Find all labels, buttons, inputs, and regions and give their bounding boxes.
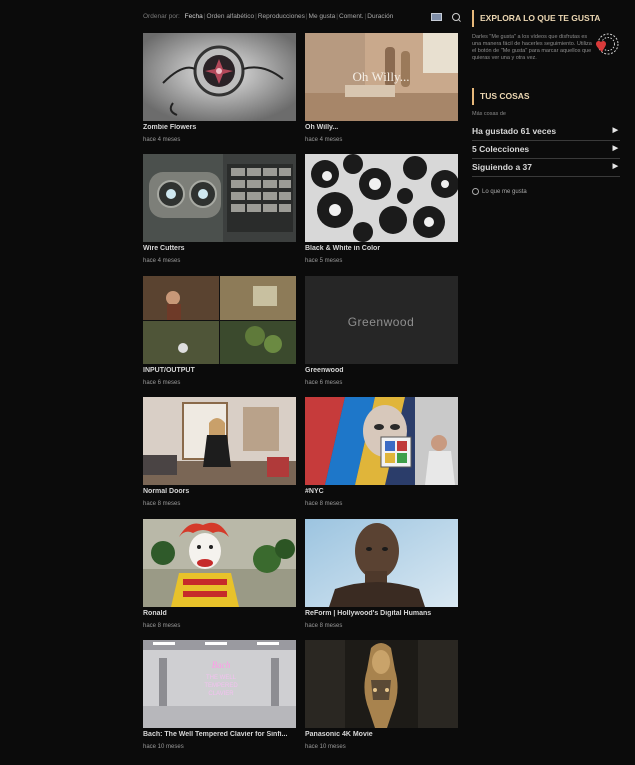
sidebar: EXPLORA LO QUE TE GUSTA Darles "Me gusta… <box>472 10 622 195</box>
play-arrow-icon: ▶ <box>612 145 618 152</box>
heart-logo-icon <box>594 32 620 62</box>
video-card[interactable]: Ronald hace 8 meses <box>143 519 296 635</box>
video-age: hace 8 meses <box>143 501 181 507</box>
my-likes-link[interactable]: Lo que me gusta <box>472 188 527 195</box>
explore-title: EXPLORA LO QUE TE GUSTA <box>472 10 622 27</box>
sort-option-comments[interactable]: Coment. <box>339 13 364 20</box>
thumb-title-text: Greenwood <box>348 315 415 329</box>
video-age: hace 4 meses <box>143 137 181 143</box>
video-title[interactable]: Bach: The Well Tempered Clavier for Sinf… <box>143 731 296 738</box>
video-age: hace 4 meses <box>143 258 181 264</box>
following-row[interactable]: Siguiendo a 37 ▶ <box>472 158 620 177</box>
sort-option-likes[interactable]: Me gusta <box>309 13 336 20</box>
my-likes-label[interactable]: Lo que me gusta <box>482 189 527 195</box>
your-stuff-label: Más cosas de <box>472 111 506 117</box>
thumb-neon-text: THE WELL <box>206 675 237 681</box>
sort-option-duration[interactable]: Duración <box>367 13 393 20</box>
play-arrow-icon: ▶ <box>612 163 618 170</box>
video-thumbnail[interactable]: Oh Willy... <box>305 33 458 121</box>
video-card[interactable]: Wire Cutters hace 4 meses <box>143 154 296 270</box>
play-arrow-icon: ▶ <box>612 127 618 134</box>
sort-bar: Ordenar por: Fecha|Orden alfabético|Repr… <box>143 13 394 20</box>
thumb-neon-text: TEMPERED <box>204 683 238 689</box>
video-thumbnail[interactable] <box>143 519 296 607</box>
video-age: hace 8 meses <box>305 623 343 629</box>
video-title[interactable]: Panasonic 4K Movie <box>305 731 458 738</box>
video-title[interactable]: Normal Doors <box>143 488 296 495</box>
collections-label[interactable]: 5 Colecciones <box>472 144 529 154</box>
thumb-neon-text: Bach <box>212 660 231 670</box>
video-age: hace 8 meses <box>143 623 181 629</box>
video-thumbnail[interactable] <box>143 397 296 485</box>
video-thumbnail[interactable] <box>305 397 458 485</box>
video-age: hace 4 meses <box>305 137 343 143</box>
video-thumbnail[interactable]: Bach THE WELL TEMPERED CLAVIER <box>143 640 296 728</box>
video-title[interactable]: Oh Willy... <box>305 124 458 131</box>
video-title[interactable]: Greenwood <box>305 367 458 374</box>
video-thumbnail[interactable] <box>305 154 458 242</box>
likes-row[interactable]: Ha gustado 61 veces ▶ <box>472 122 620 141</box>
video-card[interactable]: Black & White in Color hace 5 meses <box>305 154 458 270</box>
video-thumbnail[interactable] <box>143 276 296 364</box>
thumb-neon-text: CLAVIER <box>208 691 234 697</box>
likes-count-label[interactable]: Ha gustado 61 veces <box>472 126 556 136</box>
video-title[interactable]: Ronald <box>143 610 296 617</box>
video-thumbnail[interactable] <box>143 154 296 242</box>
video-age: hace 6 meses <box>143 380 181 386</box>
video-age: hace 10 meses <box>143 744 184 750</box>
following-label[interactable]: Siguiendo a 37 <box>472 162 532 172</box>
your-stuff-title: TUS COSAS <box>472 88 628 105</box>
thumb-title-text: Oh Willy... <box>353 69 410 84</box>
video-card[interactable]: Oh Willy... Oh Willy... hace 4 meses <box>305 33 458 149</box>
sort-option-date[interactable]: Fecha <box>185 13 203 20</box>
video-title[interactable]: Zombie Flowers <box>143 124 296 131</box>
sort-option-alpha[interactable]: Orden alfabético <box>206 13 254 20</box>
sort-option-plays[interactable]: Reproducciones <box>258 13 305 20</box>
grid-view-icon[interactable] <box>431 13 442 21</box>
video-card[interactable]: Panasonic 4K Movie hace 10 meses <box>305 640 458 756</box>
sort-label: Ordenar por: <box>143 13 180 20</box>
video-thumbnail[interactable] <box>305 519 458 607</box>
video-card[interactable]: ReForm | Hollywood's Digital Humans hace… <box>305 519 458 635</box>
search-icon[interactable] <box>452 13 460 21</box>
video-title[interactable]: ReForm | Hollywood's Digital Humans <box>305 610 458 617</box>
rss-icon <box>472 188 479 195</box>
video-thumbnail[interactable] <box>305 640 458 728</box>
video-title[interactable]: Wire Cutters <box>143 245 296 252</box>
video-card[interactable]: #NYC hace 8 meses <box>305 397 458 513</box>
video-thumbnail[interactable] <box>143 33 296 121</box>
video-age: hace 5 meses <box>305 258 343 264</box>
video-card[interactable]: Bach THE WELL TEMPERED CLAVIER Bach: The… <box>143 640 296 756</box>
video-title[interactable]: Black & White in Color <box>305 245 458 252</box>
video-thumbnail[interactable]: Greenwood <box>305 276 458 364</box>
video-age: hace 8 meses <box>305 501 343 507</box>
video-card[interactable]: Normal Doors hace 8 meses <box>143 397 296 513</box>
video-card[interactable]: Zombie Flowers hace 4 meses <box>143 33 296 149</box>
explore-description: Darles "Me gusta" a los vídeos que disfr… <box>472 34 592 61</box>
video-age: hace 6 meses <box>305 380 343 386</box>
video-title[interactable]: #NYC <box>305 488 458 495</box>
video-title[interactable]: INPUT/OUTPUT <box>143 367 296 374</box>
video-age: hace 10 meses <box>305 744 346 750</box>
collections-row[interactable]: 5 Colecciones ▶ <box>472 140 620 159</box>
video-card[interactable]: INPUT/OUTPUT hace 6 meses <box>143 276 296 392</box>
video-card[interactable]: Greenwood Greenwood hace 6 meses <box>305 276 458 392</box>
